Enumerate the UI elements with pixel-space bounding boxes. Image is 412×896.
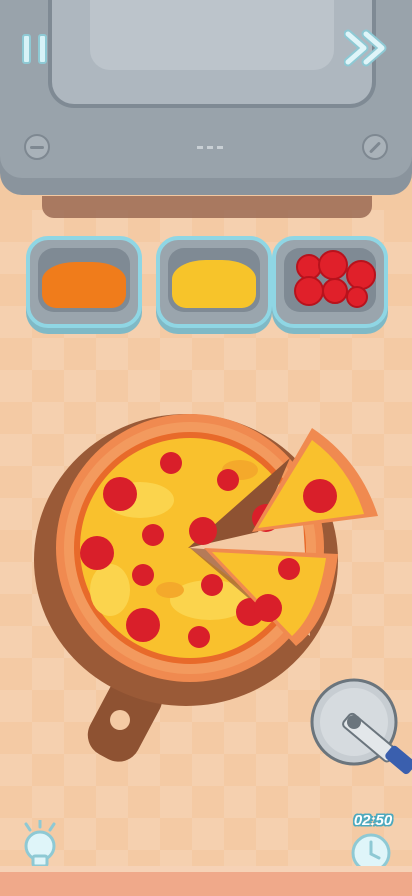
sauce-bowl[interactable] — [26, 236, 142, 328]
sauce-bowl-inner — [38, 248, 130, 312]
pepperoni-slice — [322, 278, 348, 304]
pause-icon-bar — [38, 34, 47, 64]
timer-label: 02:50 — [353, 812, 393, 829]
pepperoni-slice — [318, 250, 348, 280]
skip-button[interactable] — [343, 28, 390, 68]
oven-front — [0, 0, 412, 178]
pepperoni-bowl-inner — [284, 248, 376, 312]
fast-forward-icon — [343, 29, 387, 67]
pizza-cutter-icon — [310, 678, 412, 775]
oven-screw-right — [362, 134, 388, 160]
pepperoni-slice — [294, 276, 324, 306]
counter-edge — [0, 866, 412, 896]
pepperoni-slice — [346, 286, 368, 308]
pause-button[interactable] — [18, 30, 58, 70]
cheese-bowl[interactable] — [156, 236, 272, 328]
grated-cheese — [172, 260, 256, 308]
oven-vent — [197, 146, 227, 149]
pizza-cutter-tool[interactable] — [308, 678, 412, 788]
cheese-bowl-inner — [168, 248, 260, 312]
pepperoni-slice — [346, 260, 376, 290]
oven-glass — [90, 0, 334, 70]
pause-icon — [22, 34, 31, 64]
tomato-sauce — [42, 262, 126, 308]
oven-shadow — [42, 196, 372, 218]
pepperoni-bowl[interactable] — [272, 236, 388, 328]
oven-window — [48, 0, 376, 108]
oven-screw-left — [24, 134, 50, 160]
